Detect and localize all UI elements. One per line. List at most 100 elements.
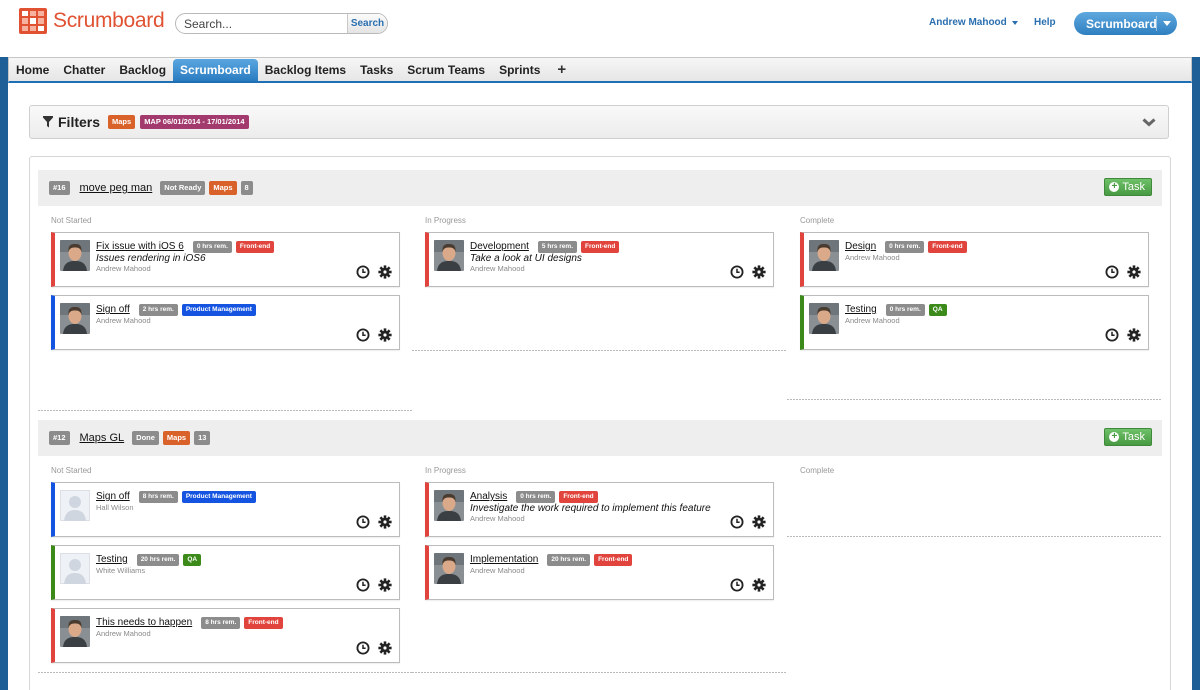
task-card[interactable]: Analysis 0 hrs rem. Front-end Investigate t…: [425, 482, 774, 537]
task-title-row: Implementation 20 hrs rem. Front-end: [470, 553, 769, 566]
clock-icon[interactable]: [356, 265, 370, 279]
column-divider: [38, 672, 412, 673]
tab-scrumboard[interactable]: Scrumboard: [173, 59, 258, 81]
task-title-row: Sign off 8 hrs rem. Product Management: [96, 490, 395, 503]
column-divider: [412, 672, 786, 673]
column-divider: [412, 350, 786, 351]
task-card[interactable]: Implementation 20 hrs rem. Front-end Andrew…: [425, 545, 774, 600]
gear-icon[interactable]: [752, 265, 766, 279]
task-title-link[interactable]: This needs to happen: [96, 617, 192, 628]
user-menu[interactable]: Andrew Mahood: [929, 17, 1018, 28]
clock-icon[interactable]: [356, 328, 370, 342]
gear-icon[interactable]: [1127, 328, 1141, 342]
column-label: Complete: [800, 466, 835, 475]
task-card[interactable]: Testing 20 hrs rem. QA White Williams: [51, 545, 400, 600]
story-header: #16 move peg man Not Ready Maps 8 + Task: [38, 170, 1162, 206]
story-section: #16 move peg man Not Ready Maps 8 + Task Not St…: [38, 170, 1162, 411]
story-status-badge: Done: [132, 431, 159, 445]
task-title-row: Development 5 hrs rem. Front-end: [470, 240, 769, 253]
task-card[interactable]: This needs to happen 8 hrs rem. Front-end A…: [51, 608, 400, 663]
app-logo[interactable]: Scrumboard: [19, 8, 165, 34]
add-task-button[interactable]: + Task: [1104, 428, 1152, 446]
task-title-link[interactable]: Design: [845, 241, 876, 252]
story-title-link[interactable]: Maps GL: [80, 432, 125, 444]
tab-backlog-items[interactable]: Backlog Items: [258, 58, 353, 81]
task-title-link[interactable]: Implementation: [470, 554, 538, 565]
gear-icon[interactable]: [1127, 265, 1141, 279]
column-in-progress: In Progress Development 5 hrs rem. Front-en…: [412, 206, 786, 352]
task-owner: Andrew Mahood: [96, 264, 151, 273]
clock-icon[interactable]: [356, 515, 370, 529]
task-tag-badge: Front-end: [235, 240, 275, 253]
task-title-link[interactable]: Testing: [845, 304, 877, 315]
tab-home[interactable]: Home: [9, 58, 56, 81]
hours-remaining-badge: 0 hrs rem.: [885, 240, 925, 253]
column-label: Not Started: [51, 216, 92, 225]
task-owner: Andrew Mahood: [470, 264, 525, 273]
task-title-link[interactable]: Fix issue with iOS 6: [96, 241, 184, 252]
gear-icon[interactable]: [378, 328, 392, 342]
task-card[interactable]: Sign off 8 hrs rem. Product Management Hall…: [51, 482, 400, 537]
tab-scrum-teams[interactable]: Scrum Teams: [400, 58, 492, 81]
clock-icon[interactable]: [356, 641, 370, 655]
story-points-badge: 8: [240, 181, 253, 195]
filter-tag-maps[interactable]: Maps: [108, 115, 136, 129]
clock-icon[interactable]: [730, 265, 744, 279]
main-content: Filters Maps MAP 06/01/2014 - 17/01/2014…: [8, 83, 1192, 690]
app-name: Scrumboard: [53, 9, 165, 32]
gear-icon[interactable]: [378, 578, 392, 592]
task-body: This needs to happen 8 hrs rem. Front-end A…: [96, 616, 395, 639]
task-card[interactable]: Fix issue with iOS 6 0 hrs rem. Front-end I…: [51, 232, 400, 287]
app-switcher-button[interactable]: Scrumboard: [1074, 12, 1177, 35]
task-title-link[interactable]: Sign off: [96, 491, 130, 502]
task-title-link[interactable]: Sign off: [96, 304, 130, 315]
filters-panel[interactable]: Filters Maps MAP 06/01/2014 - 17/01/2014: [29, 105, 1169, 139]
story-title-link[interactable]: move peg man: [80, 182, 153, 194]
task-title-row: Analysis 0 hrs rem. Front-end: [470, 490, 769, 503]
clock-icon[interactable]: [1105, 265, 1119, 279]
help-link[interactable]: Help: [1034, 17, 1056, 28]
clock-icon[interactable]: [356, 578, 370, 592]
task-title-row: Testing 0 hrs rem. QA: [845, 303, 1144, 316]
add-tab-button[interactable]: +: [547, 58, 576, 81]
story-points-badge: 13: [194, 431, 211, 445]
app-header: Scrumboard Search Andrew Mahood Help Scr…: [0, 0, 1200, 57]
task-body: Sign off 8 hrs rem. Product Management Hall…: [96, 490, 395, 513]
clock-icon[interactable]: [730, 515, 744, 529]
tab-sprints[interactable]: Sprints: [492, 58, 547, 81]
tab-tasks[interactable]: Tasks: [353, 58, 400, 81]
user-avatar: [809, 303, 839, 334]
user-avatar: [434, 553, 464, 584]
task-tag-badge: Front-end: [244, 616, 283, 629]
user-name: Andrew Mahood: [929, 17, 1007, 28]
gear-icon[interactable]: [378, 515, 392, 529]
task-card[interactable]: Development 5 hrs rem. Front-end Take a loo…: [425, 232, 774, 287]
clock-icon[interactable]: [730, 578, 744, 592]
search-bar: Search: [175, 13, 388, 34]
task-description: Take a look at UI designs: [470, 253, 582, 264]
tab-chatter[interactable]: Chatter: [56, 58, 112, 81]
chevron-down-icon[interactable]: [1142, 115, 1156, 129]
column-label: In Progress: [425, 466, 466, 475]
gear-icon[interactable]: [752, 515, 766, 529]
column-divider: [38, 410, 412, 411]
gear-icon[interactable]: [378, 641, 392, 655]
task-title-link[interactable]: Analysis: [470, 491, 507, 502]
gear-icon[interactable]: [378, 265, 392, 279]
user-avatar: [434, 240, 464, 271]
task-title-link[interactable]: Development: [470, 241, 529, 252]
search-input[interactable]: [176, 14, 347, 33]
add-task-button[interactable]: + Task: [1104, 178, 1152, 196]
filter-tag-sprint[interactable]: MAP 06/01/2014 - 17/01/2014: [140, 115, 249, 129]
search-button[interactable]: Search: [347, 14, 387, 33]
task-card[interactable]: Design 0 hrs rem. Front-end Andrew Mahood: [800, 232, 1149, 287]
clock-icon[interactable]: [1105, 328, 1119, 342]
task-title-row: Sign off 2 hrs rem. Product Management: [96, 303, 395, 316]
hours-remaining-badge: 20 hrs rem.: [547, 553, 591, 566]
tab-backlog[interactable]: Backlog: [112, 58, 173, 81]
column-complete: Complete Design 0 hrs rem. Front-end Andrew …: [787, 206, 1162, 401]
task-card[interactable]: Sign off 2 hrs rem. Product Management Andr…: [51, 295, 400, 350]
gear-icon[interactable]: [752, 578, 766, 592]
task-card[interactable]: Testing 0 hrs rem. QA Andrew Mahood: [800, 295, 1149, 350]
task-title-link[interactable]: Testing: [96, 554, 128, 565]
